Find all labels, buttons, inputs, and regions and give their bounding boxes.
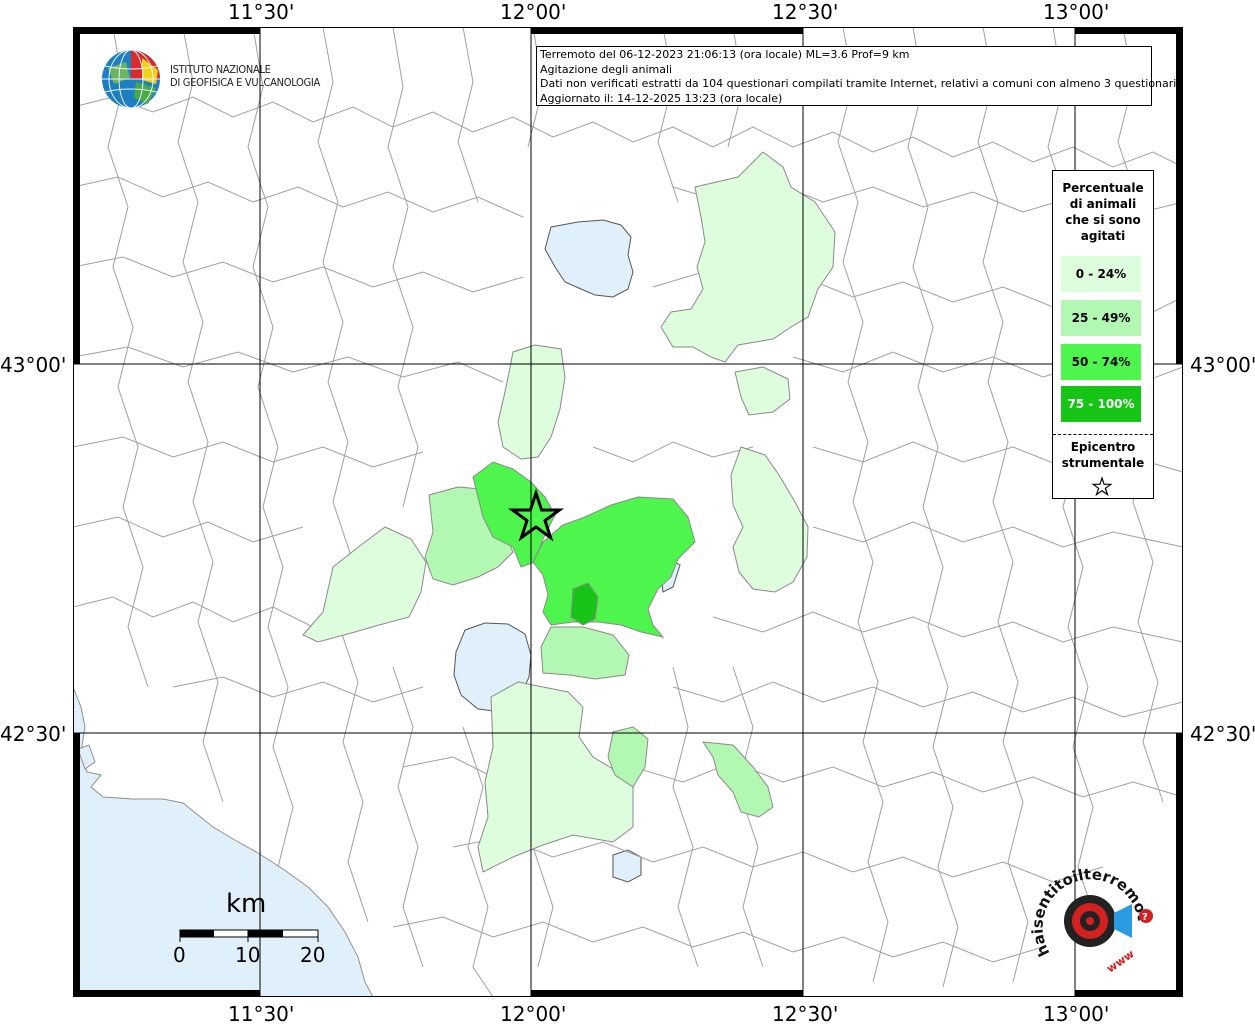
event-updated: Aggiornato il: 14-12-2025 13:23 (ora loc… (540, 91, 783, 105)
haisentito-logo-icon: haisentitoilterremoto.it ? www (1030, 858, 1153, 975)
lon-label-bottom-1130: 11°30' (228, 1002, 295, 1026)
legend-swatch-0-24: 0 - 24% (1061, 256, 1141, 292)
lat-label-left-4230: 42°30' (0, 722, 67, 746)
lon-label-bottom-1230: 12°30' (772, 1002, 839, 1026)
lon-label-top-1300: 13°00' (1043, 0, 1110, 24)
legend-swatch-50-74: 50 - 74% (1061, 344, 1141, 380)
event-note: Dati non verificati estratti da 104 ques… (540, 77, 1180, 90)
ingv-logo-line1: ISTITUTO NAZIONALE (170, 63, 271, 76)
lat-label-right-4300: 43°00' (1190, 353, 1255, 377)
lon-label-bottom-1200: 12°00' (500, 1002, 567, 1026)
legend-title-line4: agitati (1080, 229, 1126, 243)
svg-text:?: ? (1142, 912, 1148, 923)
legend-star-icon (1091, 476, 1113, 497)
legend-label-50-74: 50 - 74% (1071, 355, 1131, 369)
legend-label-75-100: 75 - 100% (1067, 397, 1135, 411)
scale-tick-10: 10 (235, 943, 261, 967)
ingv-logo-text: ISTITUTO NAZIONALE DI GEOFISICA E VULCAN… (170, 63, 320, 89)
event-subtitle: Agitazione degli animali (540, 62, 673, 76)
legend-title-line2: di animali (1069, 197, 1137, 211)
lake-vico (612, 849, 642, 883)
lat-label-left-4300: 43°00' (0, 353, 67, 377)
scale-tick-20: 20 (300, 943, 326, 967)
ingv-logo-line2: DI GEOFISICA E VULCANOLOGIA (170, 76, 320, 89)
intensity-map (73, 27, 1183, 997)
legend-title-line1: Percentuale (1062, 181, 1144, 195)
legend-swatch-75-100: 75 - 100% (1061, 386, 1141, 422)
legend-epicenter-line2: strumentale (1061, 456, 1145, 470)
lon-label-top-1130: 11°30' (228, 0, 295, 24)
legend-epicenter-line1: Epicentro (1070, 440, 1136, 454)
svg-text:www: www (1104, 947, 1136, 975)
legend: Percentuale di animali che si sono agita… (1052, 170, 1154, 499)
lat-label-right-4230: 42°30' (1190, 722, 1255, 746)
lon-label-top-1200: 12°00' (500, 0, 567, 24)
scale-tick-0: 0 (173, 943, 186, 967)
legend-divider (1053, 434, 1153, 435)
event-info-box: Terremoto del 06-12-2023 21:06:13 (ora l… (536, 46, 1180, 106)
legend-label-25-49: 25 - 49% (1071, 311, 1131, 325)
legend-title-line3: che si sono (1065, 213, 1141, 227)
event-title: Terremoto del 06-12-2023 21:06:13 (ora l… (540, 48, 910, 61)
legend-label-0-24: 0 - 24% (1075, 267, 1127, 281)
lon-label-top-1230: 12°30' (772, 0, 839, 24)
legend-swatch-25-49: 25 - 49% (1061, 300, 1141, 336)
lon-label-bottom-1300: 13°00' (1043, 1002, 1110, 1026)
